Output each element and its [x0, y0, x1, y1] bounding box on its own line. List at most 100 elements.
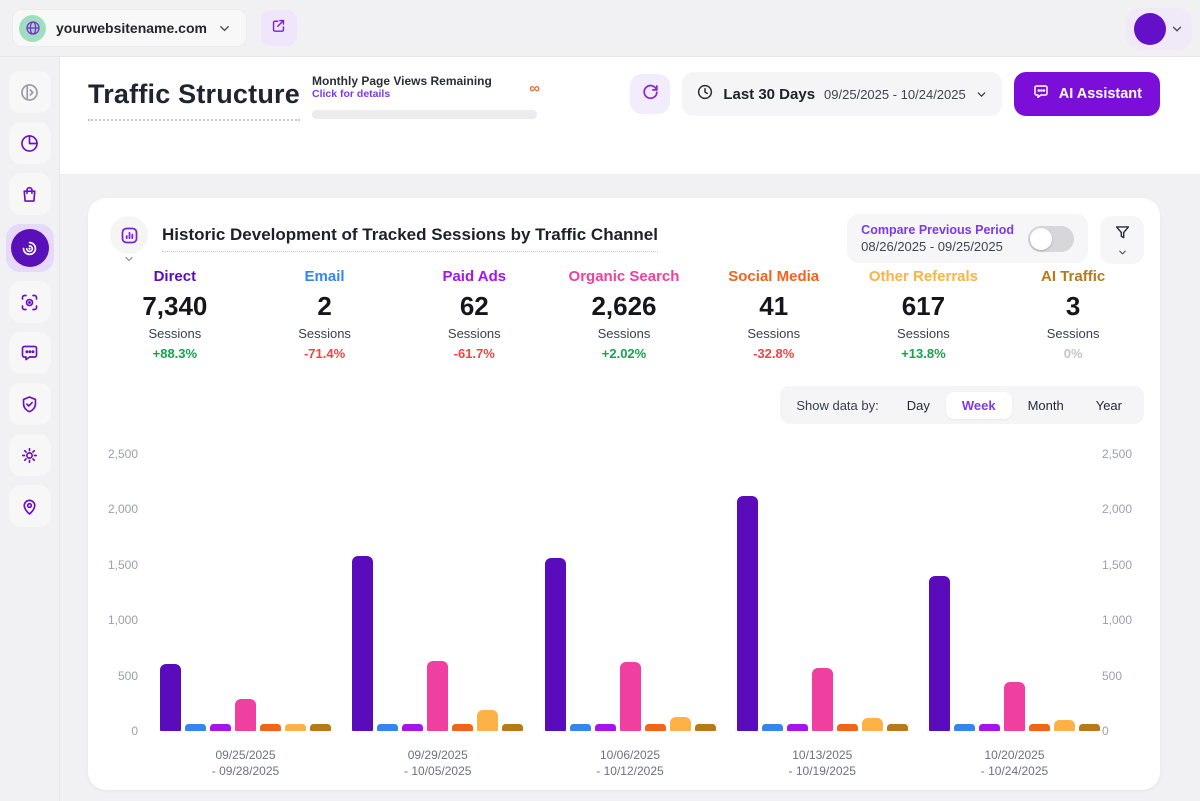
pageviews-title: Monthly Page Views Remaining — [312, 74, 540, 88]
bar-paid-ads[interactable] — [595, 724, 616, 731]
bar-ai-traffic[interactable] — [310, 724, 331, 731]
sidebar-item-privacy[interactable] — [9, 383, 51, 425]
bar-paid-ads[interactable] — [402, 724, 423, 731]
bar-other-referrals[interactable] — [670, 717, 691, 731]
compare-toggle[interactable] — [1028, 226, 1074, 252]
bar-direct[interactable] — [929, 576, 950, 731]
channel-name: Direct — [100, 268, 250, 285]
channel-stat-social-media[interactable]: Social Media41Sessions-32.8% — [699, 268, 849, 361]
sidebar-item-analytics[interactable] — [9, 122, 51, 164]
pageviews-details-link[interactable]: Click for details — [312, 88, 540, 100]
bar-organic-search[interactable] — [427, 661, 448, 731]
chevron-down-icon — [1170, 22, 1184, 36]
traffic-chart-card: Historic Development of Tracked Sessions… — [88, 198, 1160, 790]
channel-name: AI Traffic — [998, 268, 1148, 285]
bar-social-media[interactable] — [837, 724, 858, 731]
chat-icon — [19, 343, 40, 364]
channel-stat-email[interactable]: Email2Sessions-71.4% — [250, 268, 400, 361]
bar-direct[interactable] — [737, 496, 758, 731]
bar-email[interactable] — [377, 724, 398, 731]
open-website-button[interactable] — [261, 10, 297, 46]
site-name: yourwebsitename.com — [56, 20, 207, 36]
sidebar-item-shop[interactable] — [9, 173, 51, 215]
clock-icon — [696, 83, 714, 106]
y-axis-tick: 2,000 — [92, 502, 138, 516]
channel-stat-ai-traffic[interactable]: AI Traffic3Sessions0% — [998, 268, 1148, 361]
bar-ai-traffic[interactable] — [1079, 724, 1100, 731]
bar-organic-search[interactable] — [620, 662, 641, 731]
chevron-down-icon — [217, 21, 232, 36]
channel-stat-other-referrals[interactable]: Other Referrals617Sessions+13.8% — [849, 268, 999, 361]
date-range-label: Last 30 Days — [723, 86, 815, 103]
bar-ai-traffic[interactable] — [695, 724, 716, 731]
bar-organic-search[interactable] — [1004, 682, 1025, 731]
user-menu[interactable] — [1126, 8, 1192, 50]
bar-email[interactable] — [570, 724, 591, 731]
sidebar-item-settings[interactable] — [9, 434, 51, 476]
bar-social-media[interactable] — [645, 724, 666, 731]
sidebar-item-collapse[interactable] — [9, 71, 51, 113]
bar-social-media[interactable] — [260, 724, 281, 731]
site-selector[interactable]: yourwebsitename.com — [12, 9, 247, 47]
bar-other-referrals[interactable] — [1054, 720, 1075, 731]
bar-social-media[interactable] — [452, 724, 473, 731]
bar-email[interactable] — [954, 724, 975, 731]
channel-name: Other Referrals — [849, 268, 999, 285]
topbar: yourwebsitename.com — [0, 0, 1200, 57]
bar-other-referrals[interactable] — [477, 710, 498, 731]
shield-check-icon — [19, 394, 40, 415]
channel-change: 0% — [998, 346, 1148, 361]
bar-email[interactable] — [762, 724, 783, 731]
sidebar-item-traffic[interactable] — [6, 224, 54, 272]
granularity-option-week[interactable]: Week — [946, 392, 1012, 419]
chart-type-selector[interactable] — [110, 216, 148, 270]
channel-sessions-unit: Sessions — [998, 326, 1148, 341]
chart-plot — [160, 440, 1100, 731]
bar-direct[interactable] — [352, 556, 373, 731]
bar-ai-traffic[interactable] — [887, 724, 908, 731]
refresh-button[interactable] — [630, 74, 670, 114]
y-axis-tick: 1,500 — [1102, 558, 1148, 572]
channel-name: Email — [250, 268, 400, 285]
compare-previous-period: Compare Previous Period 08/26/2025 - 09/… — [847, 214, 1088, 263]
y-axis-tick: 1,000 — [92, 613, 138, 627]
bar-paid-ads[interactable] — [787, 724, 808, 731]
bar-paid-ads[interactable] — [979, 724, 1000, 731]
bar-direct[interactable] — [545, 558, 566, 731]
y-axis-tick: 2,000 — [1102, 502, 1148, 516]
y-axis-tick: 500 — [92, 669, 138, 683]
bar-other-referrals[interactable] — [285, 724, 306, 731]
date-range-picker[interactable]: Last 30 Days 09/25/2025 - 10/24/2025 — [682, 72, 1001, 116]
sidebar-item-messages[interactable] — [9, 332, 51, 374]
ai-assistant-button[interactable]: AI Assistant — [1014, 72, 1160, 116]
channel-sessions-value: 2 — [250, 291, 400, 322]
x-axis-label: 09/25/2025- 09/28/2025 — [160, 747, 331, 779]
y-axis-tick: 500 — [1102, 669, 1148, 683]
channel-change: -32.8% — [699, 346, 849, 361]
channel-stat-organic-search[interactable]: Organic Search2,626Sessions+2.02% — [549, 268, 699, 361]
chart-x-labels: 09/25/2025- 09/28/202509/29/2025- 10/05/… — [160, 747, 1100, 779]
bar-email[interactable] — [185, 724, 206, 731]
channel-stat-paid-ads[interactable]: Paid Ads62Sessions-61.7% — [399, 268, 549, 361]
channel-sessions-value: 41 — [699, 291, 849, 322]
bar-group — [545, 558, 716, 731]
bar-group — [160, 664, 331, 731]
channel-stat-direct[interactable]: Direct7,340Sessions+88.3% — [100, 268, 250, 361]
bar-organic-search[interactable] — [812, 668, 833, 731]
channel-name: Organic Search — [549, 268, 699, 285]
granularity-option-year[interactable]: Year — [1080, 392, 1138, 419]
filter-button[interactable] — [1100, 216, 1144, 264]
granularity-option-month[interactable]: Month — [1012, 392, 1080, 419]
bar-organic-search[interactable] — [235, 699, 256, 731]
channel-sessions-unit: Sessions — [250, 326, 400, 341]
bar-other-referrals[interactable] — [862, 718, 883, 731]
chevron-down-icon — [1117, 247, 1128, 258]
bar-ai-traffic[interactable] — [502, 724, 523, 731]
granularity-option-day[interactable]: Day — [891, 392, 946, 419]
bar-direct[interactable] — [160, 664, 181, 731]
bar-paid-ads[interactable] — [210, 724, 231, 731]
sidebar-item-tracking[interactable] — [9, 281, 51, 323]
bar-social-media[interactable] — [1029, 724, 1050, 731]
sidebar-item-location[interactable] — [9, 485, 51, 527]
channel-stats-row: Direct7,340Sessions+88.3%Email 2 Sessions -… — [100, 268, 1148, 361]
